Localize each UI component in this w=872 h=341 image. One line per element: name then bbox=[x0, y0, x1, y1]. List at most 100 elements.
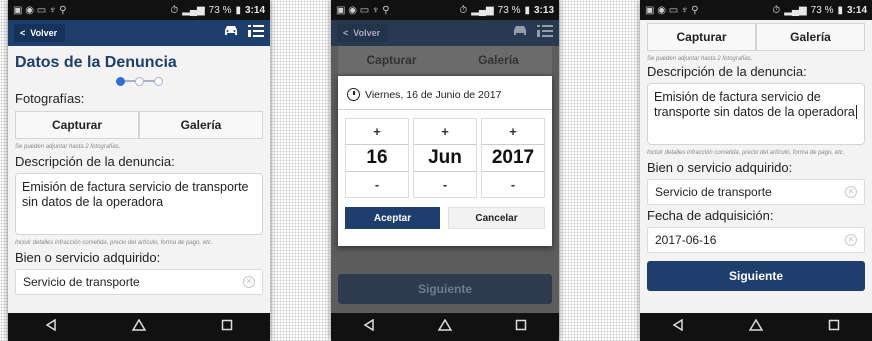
battery-text: 73 % bbox=[810, 4, 834, 16]
year-picker: + 2017 - bbox=[481, 118, 545, 198]
year-decrement-button[interactable]: - bbox=[511, 177, 515, 192]
capture-button[interactable]: Capturar bbox=[647, 23, 756, 51]
page-title: Datos de la Denuncia bbox=[15, 54, 177, 71]
capture-button[interactable]: Capturar bbox=[15, 111, 139, 139]
description-textarea[interactable]: Emisión de factura servicio de transport… bbox=[647, 83, 865, 145]
photos-label: Fotografías: bbox=[15, 91, 85, 106]
description-hint: Incluir detalles infracción cometida, pr… bbox=[647, 150, 845, 156]
description-textarea[interactable]: Emisión de factura servicio de transport… bbox=[15, 173, 263, 235]
clear-icon[interactable]: ✕ bbox=[845, 186, 857, 198]
chevron-left-icon: < bbox=[343, 28, 349, 38]
status-bar: ▣ ◉ ▭ ♆ ⚲ ⏱ ▂▄▆ 73 % ▮ 3:13 bbox=[331, 0, 559, 20]
photos-hint: Se pueden adjuntar hasta 2 fotografías. bbox=[15, 144, 121, 150]
home-nav-icon[interactable] bbox=[437, 318, 453, 336]
gallery-button-dimmed: Galería bbox=[478, 53, 519, 67]
notification-icons: ▣ ◉ ▭ ♆ ⚲ bbox=[336, 4, 390, 16]
description-label: Descripción de la denuncia: bbox=[647, 64, 807, 79]
signal-icon: ▂▄▆ bbox=[784, 4, 807, 16]
status-bar: ▣ ◉ ▭ ♆ ⚲ ⏱ ▂▄▆ 73 % ▮ 3:14 bbox=[640, 0, 872, 20]
status-time: 3:14 bbox=[846, 4, 867, 16]
back-button-label: Volver bbox=[353, 28, 381, 38]
month-increment-button[interactable]: + bbox=[441, 124, 449, 139]
battery-icon: ▮ bbox=[837, 4, 843, 16]
recents-nav-icon[interactable] bbox=[828, 318, 840, 336]
phone-screen-1: ▣ ◉ ▭ ♆ ⚲ ⏱ ▂▄▆ 73 % ▮ 3:14 < Volver Dat… bbox=[8, 0, 270, 341]
recents-nav-icon[interactable] bbox=[221, 318, 233, 336]
gallery-button[interactable]: Galería bbox=[139, 111, 263, 139]
menu-list-icon[interactable] bbox=[537, 24, 553, 42]
phone-screen-3: ▣ ◉ ▭ ♆ ⚲ ⏱ ▂▄▆ 73 % ▮ 3:14 Capturar Gal… bbox=[640, 0, 872, 341]
battery-text: 73 % bbox=[497, 4, 521, 16]
day-value[interactable]: 16 bbox=[346, 144, 408, 172]
form-content: Datos de la Denuncia Fotografías: Captur… bbox=[8, 46, 270, 295]
back-nav-icon[interactable] bbox=[45, 318, 57, 336]
status-time: 3:13 bbox=[533, 4, 554, 16]
car-icon[interactable] bbox=[512, 24, 528, 42]
android-nav-bar bbox=[8, 313, 270, 341]
home-nav-icon[interactable] bbox=[748, 318, 764, 336]
day-picker: + 16 - bbox=[345, 118, 409, 198]
product-value: Servicio de transporte bbox=[23, 275, 140, 289]
android-nav-bar bbox=[640, 313, 872, 341]
description-value: Emisión de factura servicio de transport… bbox=[654, 90, 855, 119]
home-nav-icon[interactable] bbox=[131, 318, 147, 336]
battery-text: 73 % bbox=[208, 4, 232, 16]
month-value[interactable]: Jun bbox=[414, 144, 476, 172]
signal-icon: ▂▄▆ bbox=[471, 4, 494, 16]
step-2-dot bbox=[134, 76, 144, 86]
car-icon[interactable] bbox=[223, 24, 239, 42]
gallery-button[interactable]: Galería bbox=[756, 23, 865, 51]
signal-icon: ▂▄▆ bbox=[182, 4, 205, 16]
clock-icon bbox=[347, 88, 360, 101]
date-label: Fecha de adquisición: bbox=[647, 208, 774, 223]
next-button[interactable]: Siguiente bbox=[647, 261, 865, 291]
alarm-icon: ⏱ bbox=[459, 4, 468, 16]
date-picker-header: Viernes, 16 de Junio de 2017 bbox=[365, 88, 502, 101]
year-increment-button[interactable]: + bbox=[509, 124, 517, 139]
product-field[interactable]: Servicio de transporte ✕ bbox=[647, 179, 865, 205]
product-field[interactable]: Servicio de transporte ✕ bbox=[15, 269, 263, 295]
product-value: Servicio de transporte bbox=[655, 185, 772, 199]
description-label: Descripción de la denuncia: bbox=[15, 154, 175, 169]
year-value[interactable]: 2017 bbox=[482, 144, 544, 172]
step-indicator bbox=[15, 74, 263, 88]
app-bar: < Volver bbox=[331, 20, 559, 46]
product-label: Bien o servicio adquirido: bbox=[15, 250, 161, 265]
month-picker: + Jun - bbox=[413, 118, 477, 198]
step-3-dot bbox=[153, 76, 163, 86]
day-increment-button[interactable]: + bbox=[373, 124, 381, 139]
form-content: Capturar Galería Se pueden adjuntar hast… bbox=[640, 23, 872, 291]
notification-icons: ▣ ◉ ▭ ♆ ⚲ bbox=[13, 4, 67, 16]
recents-nav-icon[interactable] bbox=[515, 318, 527, 336]
date-picker-dialog: Viernes, 16 de Junio de 2017 + 16 - + Ju… bbox=[338, 76, 552, 246]
alarm-icon: ⏱ bbox=[170, 4, 179, 16]
capture-button-dimmed: Capturar bbox=[366, 53, 417, 67]
back-nav-icon[interactable] bbox=[363, 318, 375, 336]
alarm-icon: ⏱ bbox=[772, 4, 781, 16]
cancel-button[interactable]: Cancelar bbox=[448, 207, 545, 229]
chevron-left-icon: < bbox=[20, 28, 26, 38]
back-nav-icon[interactable] bbox=[672, 318, 684, 336]
app-bar: < Volver bbox=[8, 20, 270, 46]
notification-icons: ▣ ◉ ▭ ♆ ⚲ bbox=[645, 4, 699, 16]
clear-icon[interactable]: ✕ bbox=[845, 234, 857, 246]
status-time: 3:14 bbox=[244, 4, 265, 16]
clear-icon[interactable]: ✕ bbox=[243, 276, 255, 288]
date-value: 2017-06-16 bbox=[655, 233, 717, 247]
step-1-dot bbox=[115, 76, 125, 86]
phone-screen-2: ▣ ◉ ▭ ♆ ⚲ ⏱ ▂▄▆ 73 % ▮ 3:13 < Volver Cap… bbox=[331, 0, 559, 341]
date-field[interactable]: 2017-06-16 ✕ bbox=[647, 227, 865, 253]
next-button-dimmed: Siguiente bbox=[338, 274, 552, 304]
back-button[interactable]: < Volver bbox=[14, 24, 66, 42]
accept-button[interactable]: Aceptar bbox=[345, 207, 440, 229]
description-hint: Incluir detalles infracción cometida, pr… bbox=[15, 240, 213, 246]
month-decrement-button[interactable]: - bbox=[443, 177, 447, 192]
product-label: Bien o servicio adquirido: bbox=[647, 160, 793, 175]
battery-icon: ▮ bbox=[235, 4, 241, 16]
back-button[interactable]: < Volver bbox=[337, 24, 389, 42]
photos-hint: Se pueden adjuntar hasta 2 fotografías. bbox=[647, 56, 753, 62]
menu-list-icon[interactable] bbox=[248, 24, 264, 42]
battery-icon: ▮ bbox=[524, 4, 530, 16]
day-decrement-button[interactable]: - bbox=[375, 177, 379, 192]
android-nav-bar bbox=[331, 313, 559, 341]
